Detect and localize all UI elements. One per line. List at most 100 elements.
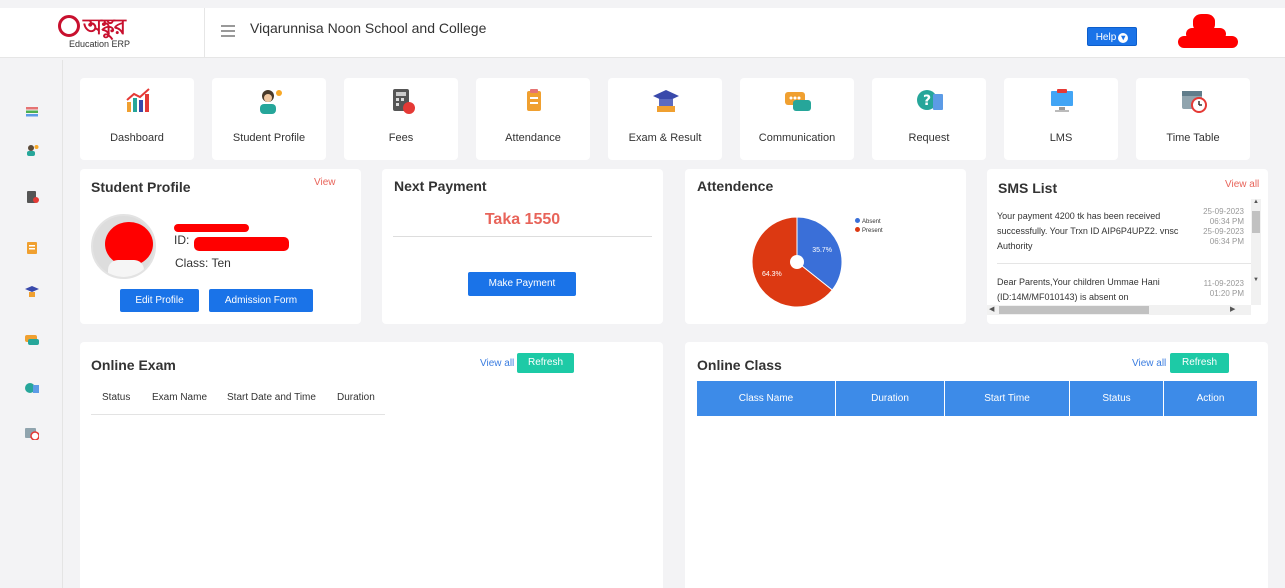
scroll-left-icon[interactable]: ◀	[989, 305, 994, 313]
help-button[interactable]: Help ▾	[1087, 27, 1137, 46]
sms-date: 25-09-2023 06:34 PM 25-09-2023 06:34 PM	[1203, 207, 1244, 246]
module-label: Request	[908, 132, 950, 144]
module-attendance[interactable]: Attendance	[476, 78, 590, 160]
sidebar	[0, 60, 63, 588]
column-header: Status	[102, 392, 131, 403]
column-header: Duration	[337, 392, 375, 403]
donut-hole	[790, 255, 804, 269]
panel-title: SMS List	[998, 180, 1058, 196]
column-header: Status	[1070, 381, 1164, 416]
next-payment-card: Next Payment Taka 1550 Make Payment	[382, 169, 663, 324]
class-refresh-button[interactable]: Refresh	[1170, 353, 1229, 373]
attendance-icon[interactable]	[25, 242, 39, 254]
timetable-icon[interactable]	[25, 428, 40, 441]
student-class: Class: Ten	[175, 256, 231, 270]
dashboard-chart-icon	[125, 88, 150, 114]
redacted-name	[174, 224, 249, 232]
exam-result-icon[interactable]	[25, 286, 39, 298]
admission-form-button[interactable]: Admission Form	[209, 289, 313, 312]
legend-label: Absent	[862, 219, 881, 225]
divider	[91, 414, 385, 415]
help-chevron-icon: ▾	[1118, 33, 1129, 43]
column-header: Start Time	[945, 381, 1070, 416]
chat-icon	[785, 88, 811, 114]
column-header: Start Date and Time	[227, 392, 316, 403]
class-view-all-link[interactable]: View all	[1132, 358, 1166, 369]
scrollbar-thumb[interactable]	[999, 306, 1149, 314]
column-header: Class Name	[697, 381, 836, 416]
module-request[interactable]: ? Request	[872, 78, 986, 160]
column-header: Exam Name	[152, 392, 208, 403]
panel-title: Online Class	[697, 357, 782, 373]
make-payment-button[interactable]: Make Payment	[468, 272, 576, 296]
sms-message: Your payment 4200 tk has been received s…	[997, 211, 1179, 251]
user-avatar[interactable]	[1178, 12, 1240, 52]
module-lms[interactable]: LMS	[1004, 78, 1118, 160]
graduation-icon	[653, 88, 679, 114]
sms-view-all-link[interactable]: View all	[1225, 179, 1259, 190]
table-header: Class Name Duration Start Time Status Ac…	[697, 381, 1257, 416]
divider	[997, 263, 1251, 264]
legend-item-present: Present	[855, 227, 883, 234]
scroll-up-icon[interactable]: ▲	[1251, 199, 1261, 209]
module-label: Communication	[758, 132, 836, 144]
brand-logo[interactable]: অঙ্কুর Education ERP	[55, 8, 205, 58]
pie-data-label: 64.3%	[762, 271, 782, 278]
panel-title: Student Profile	[91, 179, 191, 195]
panel-title: Online Exam	[91, 357, 176, 373]
column-header: Action	[1196, 393, 1225, 404]
vertical-scrollbar[interactable]: ▲ ▼	[1251, 199, 1261, 305]
request-icon[interactable]	[25, 382, 39, 394]
menu-toggle-icon[interactable]	[221, 25, 235, 37]
student-profile-icon[interactable]	[25, 144, 39, 156]
avatar	[91, 214, 156, 279]
redacted-id	[194, 237, 289, 251]
chart-legend: Absent Present	[855, 218, 883, 234]
student-icon	[257, 88, 282, 114]
brand-text: অঙ্কুর	[83, 15, 126, 40]
student-id-label: ID:	[174, 233, 190, 247]
exam-refresh-button[interactable]: Refresh	[517, 353, 574, 373]
module-exam-result[interactable]: Exam & Result	[608, 78, 722, 160]
module-label: Exam & Result	[628, 132, 702, 144]
payment-amount: Taka 1550	[484, 211, 561, 228]
attendance-card: Attendence 35.7% 64.3% Absent Present	[685, 169, 966, 324]
module-label: Student Profile	[232, 132, 306, 144]
module-time-table[interactable]: Time Table	[1136, 78, 1250, 160]
module-label: Time Table	[1166, 132, 1220, 144]
question-icon: ?	[917, 88, 943, 114]
scroll-down-icon[interactable]: ▼	[1251, 277, 1261, 287]
calculator-icon	[389, 88, 415, 114]
profile-view-link[interactable]: View	[314, 177, 336, 188]
exam-view-all-link[interactable]: View all	[480, 358, 514, 369]
horizontal-scrollbar[interactable]: ◀ ▶	[987, 305, 1251, 315]
panel-title: Attendence	[697, 178, 774, 194]
column-header: Duration	[836, 381, 945, 416]
panel-title: Next Payment	[394, 178, 487, 194]
scrollbar-thumb[interactable]	[1252, 211, 1260, 233]
sms-date: 11-09-2023 01:20 PM	[1203, 279, 1244, 298]
module-fees[interactable]: Fees	[344, 78, 458, 160]
scroll-right-icon[interactable]: ▶	[1230, 305, 1235, 313]
dashboard-icon[interactable]	[25, 106, 39, 118]
fees-icon[interactable]	[25, 191, 39, 203]
school-name: Viqarunnisa Noon School and College	[250, 20, 487, 36]
module-label: LMS	[1049, 132, 1073, 144]
edit-profile-button[interactable]: Edit Profile	[120, 289, 199, 312]
module-student-profile[interactable]: Student Profile	[212, 78, 326, 160]
module-label: Dashboard	[110, 132, 164, 144]
module-communication[interactable]: Communication	[740, 78, 854, 160]
online-exam-card: Online Exam View all Refresh Status Exam…	[80, 342, 663, 588]
online-class-card: Online Class View all Refresh Class Name…	[685, 342, 1268, 588]
communication-icon[interactable]	[25, 334, 39, 346]
module-label: Attendance	[505, 132, 561, 144]
module-dashboard[interactable]: Dashboard	[80, 78, 194, 160]
brand-subtitle: Education ERP	[69, 39, 131, 49]
legend-label: Present	[862, 228, 883, 234]
sms-message: Dear Parents,Your children Ummae Hani (I…	[997, 277, 1160, 302]
calendar-clock-icon	[1181, 88, 1207, 114]
monitor-icon	[1049, 88, 1073, 114]
module-label: Fees	[388, 132, 414, 144]
svg-text:?: ?	[923, 93, 931, 109]
legend-item-absent: Absent	[855, 218, 883, 225]
